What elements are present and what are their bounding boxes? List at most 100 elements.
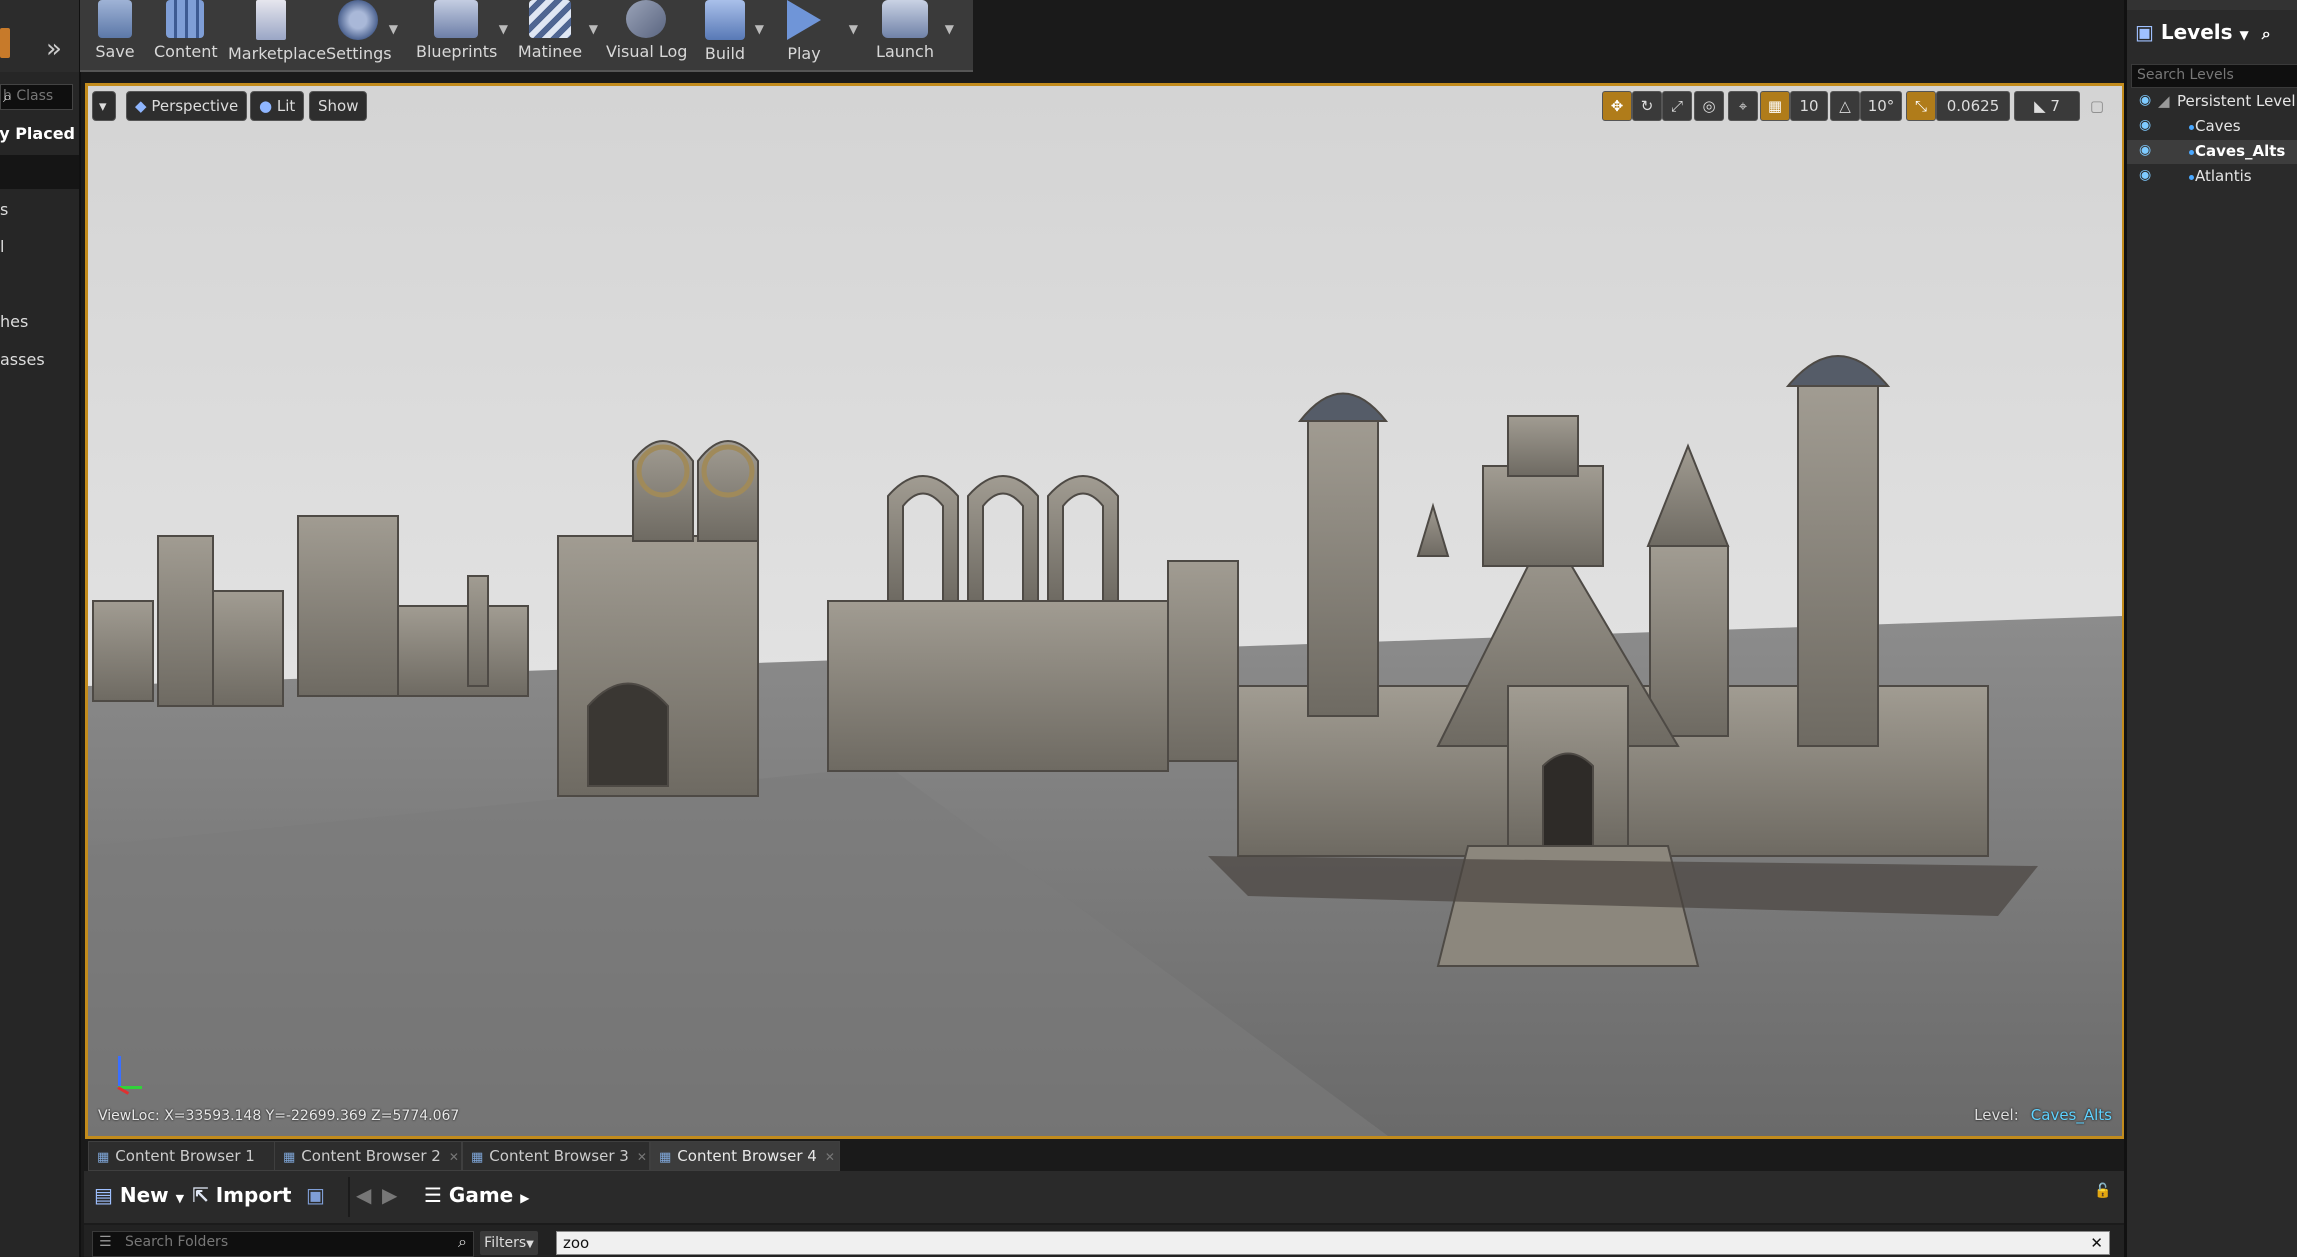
camera-icon: ◆ xyxy=(135,97,147,115)
levels-search-input[interactable]: Search Levels xyxy=(2131,64,2297,88)
main-toolbar: Save Content Marketplace Settings ▼ Blue… xyxy=(80,0,973,72)
chevron-down-icon[interactable]: ▼ xyxy=(849,22,858,36)
magnify-icon[interactable]: ⌕ xyxy=(2262,24,2271,43)
content-browser-icon: ▦ xyxy=(471,1150,484,1165)
place-mode-icon xyxy=(0,28,10,58)
level-row-persistent[interactable]: ◉ ◢ Persistent Level xyxy=(2127,90,2297,114)
view-location-readout: ViewLoc: X=33593.148 Y=-22699.369 Z=5774… xyxy=(98,1108,460,1124)
chevron-down-icon: ▼ xyxy=(2239,28,2249,42)
import-icon: ⇱ xyxy=(192,1183,209,1207)
chevron-double-right-icon[interactable]: » xyxy=(46,34,62,64)
chevron-down-icon[interactable]: ▼ xyxy=(389,22,398,36)
search-icon: ⌕ xyxy=(458,1232,467,1251)
sources-toggle-icon[interactable]: ☰ xyxy=(424,1183,442,1207)
toolbar-divider xyxy=(348,1177,350,1217)
content-browser-icon: ▦ xyxy=(283,1150,296,1165)
chevron-down-icon[interactable]: ▼ xyxy=(499,22,508,36)
search-folders-input[interactable]: ☰ Search Folders ⌕ xyxy=(92,1231,474,1257)
show-button[interactable]: Show xyxy=(309,91,368,121)
content-browser-icon: ▦ xyxy=(659,1150,672,1165)
grid-snap-icon[interactable]: ▦ xyxy=(1760,91,1790,121)
close-icon[interactable]: ✕ xyxy=(637,1150,647,1164)
category-item[interactable]: asses xyxy=(0,350,79,374)
grid-snap-value[interactable]: 10 xyxy=(1790,91,1828,121)
tab-content-browser-1[interactable]: ▦ Content Browser 1 xyxy=(88,1141,276,1171)
level-color-dot xyxy=(2189,125,2194,130)
launch-button[interactable]: Launch ▼ xyxy=(870,0,954,70)
rotate-tool-icon[interactable]: ↻ xyxy=(1632,91,1662,121)
category-item[interactable]: l xyxy=(0,237,79,261)
save-icon xyxy=(98,0,132,38)
chevron-down-icon[interactable]: ▼ xyxy=(755,22,764,36)
category-recently-placed[interactable]: ntly Placed xyxy=(0,120,79,150)
close-icon[interactable]: ✕ xyxy=(449,1150,459,1164)
launch-icon xyxy=(882,0,928,38)
back-arrow-icon[interactable]: ◀ xyxy=(356,1183,371,1207)
close-icon[interactable]: ✕ xyxy=(825,1150,835,1164)
maximize-viewport-icon[interactable]: ▢ xyxy=(2084,91,2110,121)
content-icon xyxy=(166,0,204,38)
matinee-icon xyxy=(529,0,571,38)
level-row-caves[interactable]: ◉ Caves xyxy=(2127,115,2297,139)
levels-panel: ▣ Levels ▼ ⌕ Search Levels ◉ ◢ Persisten… xyxy=(2124,0,2297,1257)
surface-snap-icon[interactable]: ⌖ xyxy=(1728,91,1758,121)
viewport-options-dropdown[interactable]: ▾ xyxy=(92,91,116,121)
lock-icon[interactable]: 🔓 xyxy=(2094,1183,2111,1199)
rotation-snap-icon[interactable]: △ xyxy=(1830,91,1860,121)
category-item[interactable]: hes xyxy=(0,312,79,336)
visual-log-button[interactable]: Visual Log xyxy=(606,0,687,70)
perspective-button[interactable]: ◆ Perspective xyxy=(126,91,248,121)
content-browser-tabs: ▦ Content Browser 1 ▦ Content Browser 2 ✕ ▦… xyxy=(84,1141,2124,1171)
category-item[interactable]: s xyxy=(0,200,79,224)
category-selected-row[interactable] xyxy=(0,155,79,189)
scale-snap-icon[interactable]: ⤡ xyxy=(1906,91,1936,121)
settings-button[interactable]: Settings ▼ xyxy=(326,0,398,70)
lit-sphere-icon: ● xyxy=(259,97,273,115)
translate-tool-icon[interactable]: ✥ xyxy=(1602,91,1632,121)
import-button[interactable]: ⇱ Import xyxy=(192,1183,292,1207)
scene-render[interactable] xyxy=(88,86,2122,1136)
level-row-atlantis[interactable]: ◉ Atlantis xyxy=(2127,165,2297,189)
levels-dropdown[interactable]: ▣ Levels ▼ ⌕ xyxy=(2135,20,2271,44)
visual-log-icon xyxy=(626,0,666,38)
search-icon: ⌕ xyxy=(3,87,12,106)
chevron-right-icon[interactable]: ▶ xyxy=(520,1191,529,1205)
content-browser-search-row: ☰ Search Folders ⌕ Filters▼ zoo ✕ xyxy=(84,1225,2124,1257)
blueprints-icon xyxy=(434,0,478,38)
content-button[interactable]: Content xyxy=(154,0,218,70)
visibility-eye-icon[interactable]: ◉ xyxy=(2139,117,2151,133)
save-all-icon[interactable]: ▣ xyxy=(306,1183,325,1207)
visibility-eye-icon[interactable]: ◉ xyxy=(2139,92,2151,108)
blueprints-button[interactable]: Blueprints ▼ xyxy=(416,0,508,70)
new-button[interactable]: ▤ New ▼ xyxy=(94,1183,184,1207)
class-search-input[interactable]: h Class ⌕ xyxy=(0,84,73,110)
marketplace-button[interactable]: Marketplace xyxy=(228,0,326,70)
rotation-snap-value[interactable]: 10° xyxy=(1860,91,1902,121)
collapse-arrow-icon[interactable]: ◢ xyxy=(2158,92,2170,110)
visibility-eye-icon[interactable]: ◉ xyxy=(2139,142,2151,158)
filters-dropdown[interactable]: Filters▼ xyxy=(480,1231,538,1255)
visibility-eye-icon[interactable]: ◉ xyxy=(2139,167,2151,183)
asset-search-input[interactable]: zoo ✕ xyxy=(556,1231,2110,1255)
tab-content-browser-2[interactable]: ▦ Content Browser 2 ✕ xyxy=(274,1141,462,1171)
coordinate-system-icon[interactable]: ◎ xyxy=(1694,91,1724,121)
chevron-down-icon[interactable]: ▼ xyxy=(589,22,598,36)
matinee-button[interactable]: Matinee ▼ xyxy=(516,0,598,70)
levels-tab[interactable] xyxy=(2127,0,2297,10)
tab-content-browser-3[interactable]: ▦ Content Browser 3 ✕ xyxy=(462,1141,650,1171)
save-button[interactable]: Save xyxy=(88,0,142,70)
lit-button[interactable]: ● Lit xyxy=(250,91,305,121)
level-row-caves-alts[interactable]: ◉ Caves_Alts xyxy=(2127,140,2297,164)
camera-speed-button[interactable]: ◣ 7 xyxy=(2014,91,2080,121)
forward-arrow-icon[interactable]: ▶ xyxy=(382,1183,397,1207)
chevron-down-icon[interactable]: ▼ xyxy=(945,22,954,36)
level-viewport[interactable]: ▾ ◆ Perspective ● Lit Show ✥ ↻ ⤢ ◎ ⌖ ▦ 1… xyxy=(85,83,2125,1139)
place-mode-tab[interactable] xyxy=(0,0,79,72)
scale-snap-value[interactable]: 0.0625 xyxy=(1936,91,2010,121)
path-breadcrumb[interactable]: ☰ Game ▶ xyxy=(424,1183,529,1207)
play-button[interactable]: Play ▼ xyxy=(774,0,858,70)
clear-search-icon[interactable]: ✕ xyxy=(2090,1232,2103,1254)
tab-content-browser-4[interactable]: ▦ Content Browser 4 ✕ xyxy=(650,1141,840,1171)
build-button[interactable]: Build ▼ xyxy=(698,0,764,70)
scale-tool-icon[interactable]: ⤢ xyxy=(1662,91,1692,121)
